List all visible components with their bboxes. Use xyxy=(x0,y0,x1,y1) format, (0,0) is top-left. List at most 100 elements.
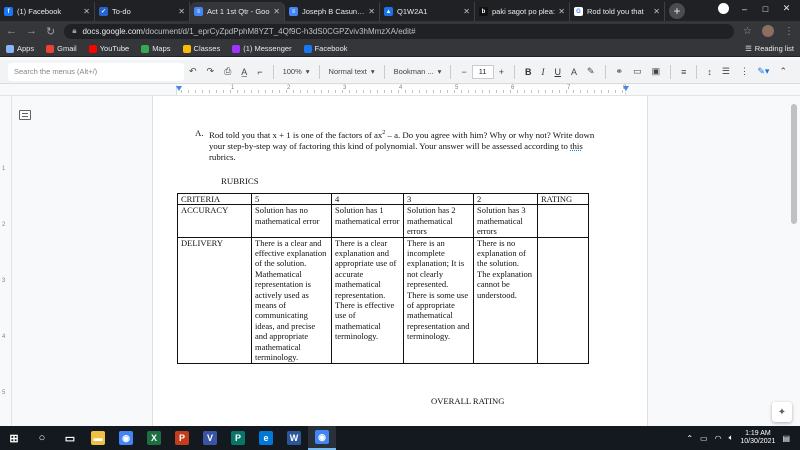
decrease-font-size-icon[interactable]: − xyxy=(461,67,466,77)
font-select[interactable]: Bookman ... ▾ xyxy=(394,67,442,76)
bookmark-item[interactable]: Apps xyxy=(6,44,34,53)
bookmark-item[interactable]: Classes xyxy=(182,44,220,53)
text-color-icon[interactable]: A xyxy=(571,67,577,77)
back-icon[interactable]: ← xyxy=(6,25,17,37)
close-tab-icon[interactable]: ✕ xyxy=(178,7,185,16)
taskbar-app[interactable]: W xyxy=(280,426,308,450)
notifications-icon[interactable]: ▤ xyxy=(782,434,790,443)
ruler-tick xyxy=(195,90,196,93)
bold-icon[interactable]: B xyxy=(525,67,532,77)
align-icon[interactable]: ≡ xyxy=(681,67,686,77)
close-tab-icon[interactable]: ✕ xyxy=(83,7,90,16)
url-input[interactable]: 🔒︎ docs.google.com /document/d/1_eprCyZp… xyxy=(64,23,735,39)
ruler-tick xyxy=(202,90,203,93)
vertical-scrollbar[interactable] xyxy=(786,96,800,426)
ruler-tick xyxy=(307,90,308,93)
browser-tab[interactable]: f (1) Facebook ✕ xyxy=(0,2,95,21)
volume-icon[interactable]: 🔈︎ xyxy=(729,433,734,443)
browser-tab[interactable]: G Rod told you that ✕ xyxy=(570,2,665,21)
ruler-tick xyxy=(475,90,476,93)
edge-icon: e xyxy=(259,431,273,445)
close-tab-icon[interactable]: ✕ xyxy=(273,7,280,16)
maximize-icon[interactable]: □ xyxy=(760,3,771,14)
bookmark-item[interactable]: Facebook xyxy=(303,44,348,53)
browser-tab[interactable]: ≡ Joseph B Casuncad ✕ xyxy=(285,2,380,21)
vertical-ruler: 1 2 3 4 5 xyxy=(0,96,12,426)
close-tab-icon[interactable]: ✕ xyxy=(463,7,470,16)
more-menu-icon[interactable]: ⋮ xyxy=(784,26,794,37)
taskbar-app[interactable]: ▭ xyxy=(56,426,84,450)
rating-cell[interactable] xyxy=(537,204,589,238)
zoom-select[interactable]: 100% ▾ xyxy=(283,67,310,76)
redo-icon[interactable]: ↷ xyxy=(207,66,215,77)
highlight-icon[interactable]: ✎ xyxy=(587,66,595,77)
font-size-input[interactable]: 11 xyxy=(471,64,494,79)
undo-icon[interactable]: ↶ xyxy=(189,66,197,77)
link-icon[interactable]: ⚭ xyxy=(616,66,624,77)
taskbar-app[interactable]: V xyxy=(196,426,224,450)
browser-tab[interactable]: ≡ Act 1 1st Qtr - Goo ✕ xyxy=(190,2,285,21)
scrollbar-thumb[interactable] xyxy=(791,104,797,224)
horizontal-ruler: 1 2 3 4 5 6 7 8 xyxy=(0,84,800,96)
ruler-tick xyxy=(321,90,322,93)
more-options-icon[interactable]: ⋮ xyxy=(740,66,749,77)
comment-icon[interactable]: ▭ xyxy=(633,66,642,77)
taskbar-app[interactable]: P xyxy=(224,426,252,450)
close-tab-icon[interactable]: ✕ xyxy=(558,7,565,16)
print-icon[interactable]: ⎙ xyxy=(224,66,231,77)
minimize-icon[interactable]: – xyxy=(739,3,750,14)
close-tab-icon[interactable]: ✕ xyxy=(368,7,375,16)
list-icon[interactable]: ☰ xyxy=(722,66,730,77)
taskbar-app[interactable]: P xyxy=(168,426,196,450)
bookmark-item[interactable]: (1) Messenger xyxy=(232,44,292,53)
battery-icon[interactable]: ▭ xyxy=(700,434,708,443)
toolbar-divider xyxy=(513,64,515,79)
bookmark-item[interactable]: YouTube xyxy=(88,44,129,53)
bookmark-item[interactable]: Gmail xyxy=(46,44,77,53)
bookmark-star-icon[interactable]: ☆ xyxy=(743,26,752,37)
taskbar-app[interactable]: ◉ xyxy=(112,426,140,450)
explore-icon[interactable]: ✦ xyxy=(772,402,792,422)
ruler-tick xyxy=(440,90,441,93)
profile-indicator-icon[interactable] xyxy=(718,3,729,14)
spellcheck-icon[interactable]: A̲ xyxy=(241,67,247,77)
spelling-suggestion[interactable]: this xyxy=(570,141,583,151)
document-page[interactable]: A. Rod told you that x + 1 is one of the… xyxy=(152,96,648,426)
editing-mode-icon[interactable]: ✎▾ xyxy=(757,66,769,77)
reading-list-button[interactable]: ☰ Reading list xyxy=(745,44,794,53)
browser-tab[interactable]: b paki sagot po plea: ✕ xyxy=(475,2,570,21)
tray-overflow-icon[interactable]: ⌃ xyxy=(686,434,693,443)
paint-format-icon[interactable]: ⌐ xyxy=(257,67,262,77)
italic-icon[interactable]: I xyxy=(541,67,544,77)
rating-cell[interactable] xyxy=(537,236,589,364)
bookmark-item[interactable]: Maps xyxy=(141,44,171,53)
taskbar-app[interactable]: ▬ xyxy=(84,426,112,450)
font-value: Bookman ... xyxy=(393,67,434,76)
line-spacing-icon[interactable]: ↕ xyxy=(707,67,712,77)
forward-icon[interactable]: → xyxy=(26,25,37,37)
new-tab-button[interactable]: + xyxy=(669,3,685,19)
close-tab-icon[interactable]: ✕ xyxy=(653,7,660,16)
avatar[interactable] xyxy=(762,25,774,37)
taskbar-app[interactable]: X xyxy=(140,426,168,450)
taskbar-app[interactable]: e xyxy=(252,426,280,450)
underline-icon[interactable]: U xyxy=(554,67,561,77)
browser-tab[interactable]: ✓ To-do ✕ xyxy=(95,2,190,21)
reload-icon[interactable]: ↻ xyxy=(46,25,55,38)
taskbar-app[interactable]: ◉ xyxy=(308,426,336,450)
taskbar-app[interactable]: ⊞ xyxy=(0,426,28,450)
close-window-icon[interactable]: ✕ xyxy=(781,3,792,14)
menu-search-input[interactable]: Search the menus (Alt+/) xyxy=(8,62,184,81)
document-outline-icon[interactable] xyxy=(19,110,31,120)
system-clock[interactable]: 1:19 AM 10/30/2021 xyxy=(740,430,775,446)
taskbar-app[interactable]: ○ xyxy=(28,426,56,450)
table-header-row: CRITERIA 5 4 3 2 RATING xyxy=(177,192,589,206)
style-select[interactable]: Normal text ▾ xyxy=(329,67,375,76)
browser-tab[interactable]: ▲ Q1W2A1 ✕ xyxy=(380,2,475,21)
wifi-icon[interactable]: ◠ xyxy=(715,434,722,443)
collapse-menus-icon[interactable]: ⌃ xyxy=(779,66,787,77)
ruler-tick xyxy=(419,90,420,93)
image-icon[interactable]: ▣ xyxy=(652,66,661,77)
toolbar-divider xyxy=(696,64,698,79)
increase-font-size-icon[interactable]: + xyxy=(499,67,504,77)
